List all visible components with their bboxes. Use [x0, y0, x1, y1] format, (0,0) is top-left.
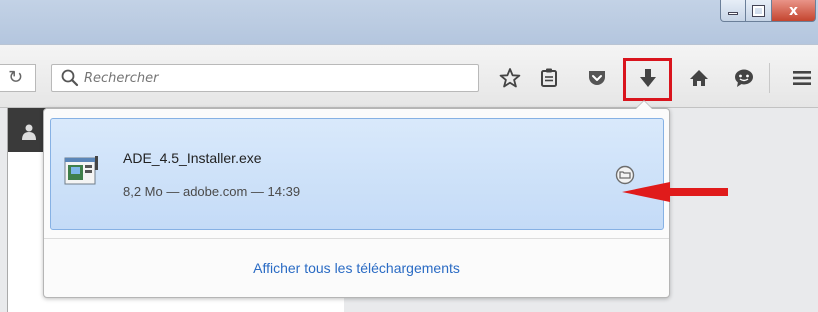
home-button[interactable] [686, 65, 712, 91]
bookmark-star-icon [499, 68, 521, 88]
user-icon [22, 124, 36, 140]
minimize-button[interactable] [720, 0, 746, 22]
menu-button[interactable] [789, 65, 815, 91]
close-icon: x [788, 2, 799, 19]
reload-button[interactable]: ↻ [0, 64, 36, 92]
close-button[interactable]: x [772, 0, 816, 22]
search-bar[interactable] [51, 64, 479, 92]
pocket-icon [589, 71, 605, 85]
download-button-highlight [623, 58, 672, 101]
search-icon [61, 69, 79, 87]
menu-icon [793, 71, 811, 85]
download-file-meta: 8,2 Mo — adobe.com — 14:39 [123, 184, 301, 199]
download-file-name: ADE_4.5_Installer.exe [123, 150, 262, 166]
download-item[interactable]: ADE_4.5_Installer.exe 8,2 Mo — adobe.com… [50, 118, 664, 230]
panel-arrow [635, 100, 653, 109]
window-controls: x [720, 0, 816, 22]
navigation-toolbar: ↻ [0, 44, 818, 108]
pocket-button[interactable] [584, 65, 610, 91]
home-icon [690, 70, 708, 86]
chat-button[interactable] [731, 65, 757, 91]
bookmark-star-button[interactable] [497, 65, 523, 91]
page-edge [0, 108, 8, 312]
page-header-strip [8, 108, 46, 152]
show-all-downloads-link[interactable]: Afficher tous les téléchargements [44, 239, 669, 297]
minimize-icon [728, 12, 738, 15]
maximize-button[interactable] [746, 0, 772, 22]
chat-icon [735, 69, 753, 87]
reading-list-button[interactable] [536, 65, 562, 91]
maximize-icon [752, 4, 765, 17]
installer-file-icon [64, 156, 98, 185]
search-input[interactable] [84, 70, 464, 86]
downloads-panel: ADE_4.5_Installer.exe 8,2 Mo — adobe.com… [43, 100, 670, 298]
reading-list-icon [541, 68, 557, 87]
title-bar: x [0, 0, 818, 44]
red-annotation-arrow-icon [622, 182, 728, 202]
reload-icon: ↻ [8, 67, 24, 88]
toolbar-separator [769, 63, 770, 93]
